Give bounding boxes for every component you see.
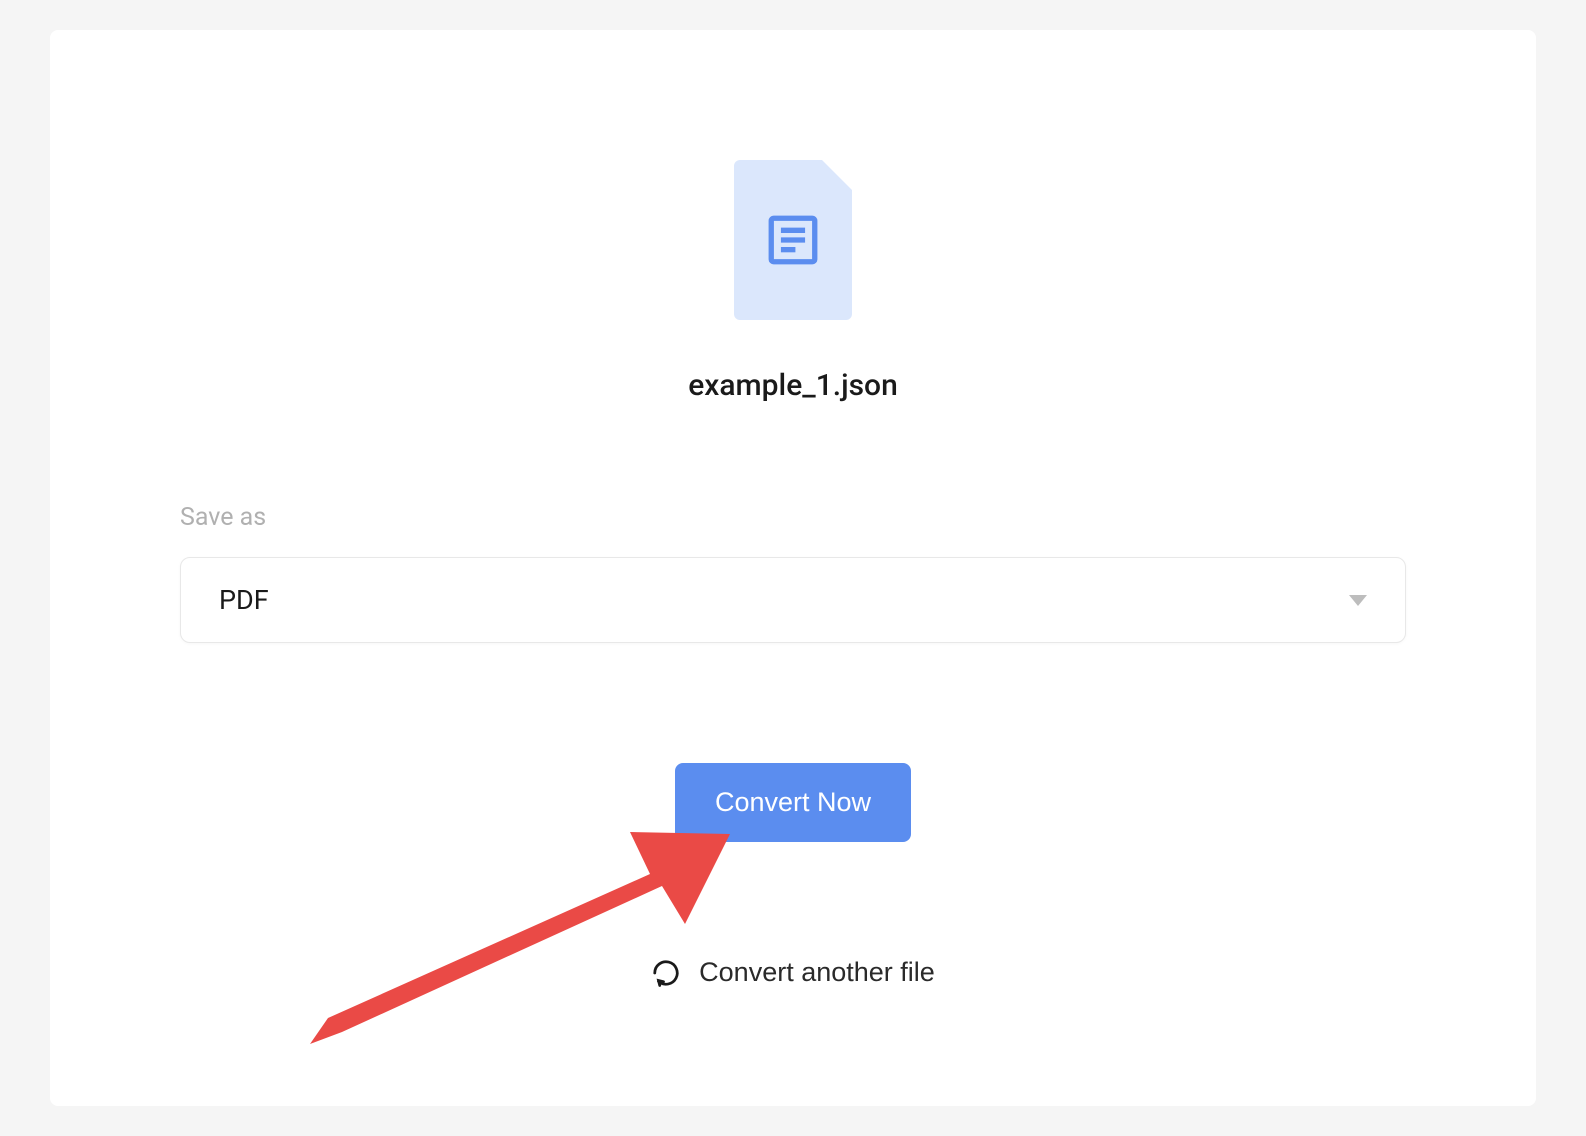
save-as-section: Save as PDF [180, 503, 1406, 643]
annotation-arrow-icon [310, 814, 730, 1054]
file-name: example_1.json [688, 368, 898, 403]
file-icon [734, 160, 852, 320]
refresh-icon [651, 958, 681, 988]
save-as-label: Save as [180, 503, 1406, 532]
format-selected-value: PDF [219, 584, 269, 616]
chevron-down-icon [1349, 595, 1367, 606]
file-display: example_1.json [688, 160, 898, 403]
format-select[interactable]: PDF [180, 557, 1406, 643]
converter-card: example_1.json Save as PDF Convert Now C… [50, 30, 1536, 1106]
convert-another-label: Convert another file [699, 957, 935, 988]
convert-now-button[interactable]: Convert Now [675, 763, 911, 842]
convert-another-button[interactable]: Convert another file [651, 957, 935, 988]
document-icon [764, 211, 822, 269]
